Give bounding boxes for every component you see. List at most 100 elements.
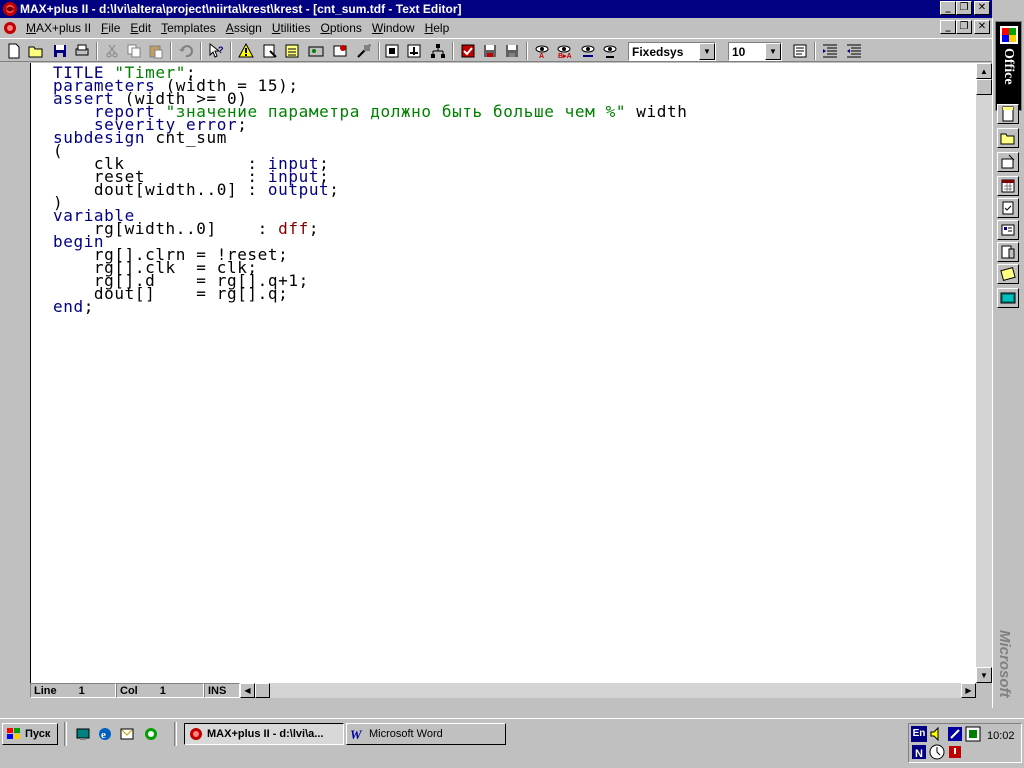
toolbar-separator xyxy=(378,42,380,60)
maxplus-app-icon[interactable] xyxy=(2,1,18,17)
save-icon[interactable] xyxy=(50,41,70,61)
check-red-icon[interactable] xyxy=(458,41,478,61)
chevron-down-icon[interactable]: ▼ xyxy=(765,43,781,60)
paste-icon[interactable] xyxy=(146,41,166,61)
horizontal-scrollbar[interactable]: ◀ ▶ xyxy=(240,683,976,698)
print-icon[interactable] xyxy=(72,41,92,61)
menu-edit[interactable]: Edit xyxy=(125,21,156,35)
restore-button[interactable]: ❐ xyxy=(956,1,972,15)
font-size-select[interactable]: 10 ▼ xyxy=(728,42,782,61)
save-simulate-icon[interactable] xyxy=(502,41,522,61)
warning-icon[interactable] xyxy=(236,41,256,61)
doc-restore-button[interactable]: ❐ xyxy=(956,20,972,34)
taskbar-divider xyxy=(64,722,67,746)
help-pointer-icon[interactable]: ? xyxy=(206,41,226,61)
hierarchy-display-icon[interactable] xyxy=(260,41,280,61)
cut-icon[interactable] xyxy=(102,41,122,61)
scroll-up-icon[interactable]: ▲ xyxy=(976,63,992,79)
timing-analyzer-icon[interactable] xyxy=(354,41,374,61)
minimize-button[interactable]: _ xyxy=(940,1,956,15)
menu-utilities[interactable]: Utilities xyxy=(267,21,316,35)
open-folder-icon[interactable] xyxy=(26,41,46,61)
print-setup-icon[interactable] xyxy=(790,41,810,61)
source-code[interactable]: TITLE "Timer"; parameters (width = 15); a… xyxy=(53,65,688,316)
menu-maxplus[interactable]: MAX+plus II xyxy=(21,21,96,35)
language-indicator[interactable]: En xyxy=(911,726,927,742)
office-logo[interactable]: Office xyxy=(995,21,1022,111)
volume-icon[interactable] xyxy=(929,726,945,742)
menu-options[interactable]: Options xyxy=(316,21,367,35)
clock[interactable]: 10:02 xyxy=(987,730,1015,742)
hierarchy-tree-icon[interactable] xyxy=(428,41,448,61)
scroll-down-icon[interactable]: ▼ xyxy=(976,667,992,683)
code-line[interactable]: rg[width..0] : dff; xyxy=(53,221,687,237)
outdent-icon[interactable] xyxy=(844,41,864,61)
vertical-scrollbar[interactable]: ▲ ▼ xyxy=(976,63,992,683)
simulator-icon[interactable] xyxy=(330,41,350,61)
eye-link-icon[interactable] xyxy=(578,41,598,61)
menu-assign[interactable]: Assign xyxy=(221,21,267,35)
vertical-scroll-thumb[interactable] xyxy=(976,79,992,95)
copy-icon[interactable] xyxy=(124,41,144,61)
compiler-icon[interactable] xyxy=(306,41,326,61)
line-label: Line xyxy=(34,684,57,697)
font-name-select[interactable]: Fixedsys ▼ xyxy=(628,42,716,61)
task-word[interactable]: W Microsoft Word xyxy=(346,723,506,745)
title-bar: MAX+plus II - d:\lvi\altera\project\niir… xyxy=(0,0,992,18)
task-icon[interactable] xyxy=(997,198,1019,218)
indent-icon[interactable] xyxy=(820,41,840,61)
eye-ba-icon[interactable]: B▸A xyxy=(554,41,574,61)
task-maxplus[interactable]: MAX+plus II - d:\lvi\a... xyxy=(184,723,344,745)
channels-icon[interactable] xyxy=(142,725,160,743)
svg-text:W: W xyxy=(350,727,363,741)
appointment-icon[interactable] xyxy=(997,176,1019,196)
floorplan-editor-icon[interactable] xyxy=(282,41,302,61)
chevron-down-icon[interactable]: ▼ xyxy=(699,43,715,60)
power-icon[interactable] xyxy=(947,744,963,760)
new-document-icon[interactable] xyxy=(997,104,1019,124)
clock-icon[interactable] xyxy=(929,744,945,760)
code-token: width xyxy=(626,102,688,121)
menu-file[interactable]: File xyxy=(96,21,125,35)
eye-edit-icon[interactable] xyxy=(600,41,620,61)
code-line[interactable]: dout[] = rg[].q; xyxy=(53,286,687,302)
open-project-icon[interactable] xyxy=(382,41,402,61)
internet-explorer-icon[interactable]: e xyxy=(96,725,114,743)
code-line[interactable]: subdesign cnt_sum xyxy=(53,130,687,146)
system-tray: En N 10:02 xyxy=(908,723,1022,763)
scheduler-icon[interactable] xyxy=(947,726,963,742)
new-file-icon[interactable] xyxy=(4,41,24,61)
project-save-icon[interactable] xyxy=(404,41,424,61)
doc-minimize-button[interactable]: _ xyxy=(940,20,956,34)
window-controls: _ ❐ ✕ xyxy=(940,1,990,15)
scroll-left-icon[interactable]: ◀ xyxy=(240,683,255,698)
menu-window[interactable]: Window xyxy=(367,21,420,35)
scroll-right-icon[interactable]: ▶ xyxy=(961,683,976,698)
svg-text:B▸A: B▸A xyxy=(558,53,572,59)
show-desktop-icon[interactable] xyxy=(74,725,92,743)
journal-icon[interactable] xyxy=(997,242,1019,262)
note-icon[interactable] xyxy=(997,264,1019,284)
undo-icon[interactable] xyxy=(176,41,196,61)
doc-close-button[interactable]: ✕ xyxy=(974,20,990,34)
close-button[interactable]: ✕ xyxy=(974,1,990,15)
eye-a-icon[interactable]: A xyxy=(532,41,552,61)
menu-templates[interactable]: Templates xyxy=(156,21,221,35)
document-icon[interactable] xyxy=(2,20,18,36)
open-document-icon[interactable] xyxy=(997,128,1019,148)
microsoft-brand: Microsoft xyxy=(996,630,1013,698)
menu-help[interactable]: Help xyxy=(420,21,455,35)
scroll-corner xyxy=(976,683,992,698)
horizontal-scroll-thumb[interactable] xyxy=(255,683,270,698)
outlook-express-icon[interactable] xyxy=(118,725,136,743)
outlook-icon[interactable] xyxy=(997,288,1019,308)
code-line[interactable]: dout[width..0] : output; xyxy=(53,182,687,198)
code-token: ; xyxy=(83,297,94,316)
code-text-area[interactable]: TITLE "Timer"; parameters (width = 15); a… xyxy=(30,63,976,683)
start-button[interactable]: Пуск xyxy=(2,723,58,745)
contact-icon[interactable] xyxy=(997,220,1019,240)
norton-icon[interactable]: N xyxy=(911,744,927,760)
save-check-icon[interactable] xyxy=(480,41,500,61)
network-icon[interactable] xyxy=(965,726,981,742)
send-mail-icon[interactable] xyxy=(997,152,1019,172)
